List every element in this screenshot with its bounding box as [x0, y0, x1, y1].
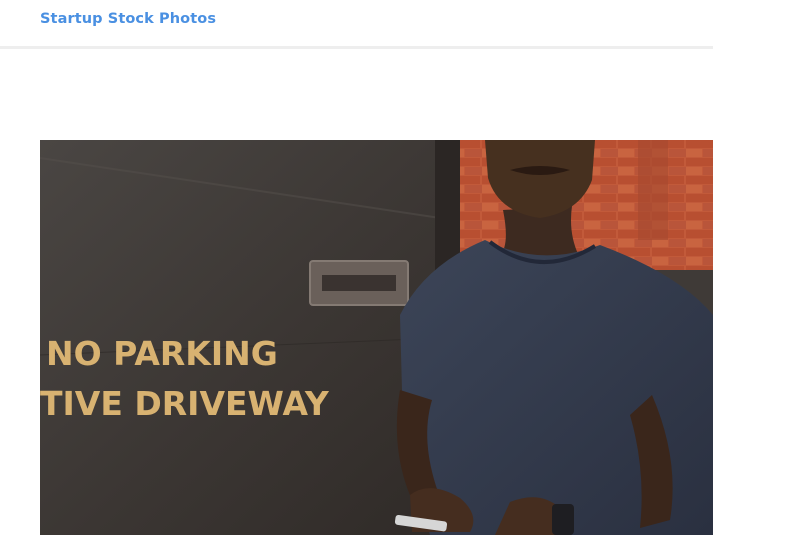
site-title-link[interactable]: Startup Stock Photos	[40, 11, 216, 27]
smartwatch	[552, 504, 574, 535]
sign-driveway: TIVE DRIVEWAY	[40, 384, 330, 423]
page: Startup Stock Photos NO PARKING TIVE DRI…	[0, 0, 800, 535]
site-header: Startup Stock Photos	[0, 0, 713, 49]
sign-no-parking: NO PARKING	[46, 334, 278, 373]
hero-photo-illustration: NO PARKING TIVE DRIVEWAY	[40, 140, 713, 535]
hero-photo: NO PARKING TIVE DRIVEWAY	[40, 140, 713, 535]
